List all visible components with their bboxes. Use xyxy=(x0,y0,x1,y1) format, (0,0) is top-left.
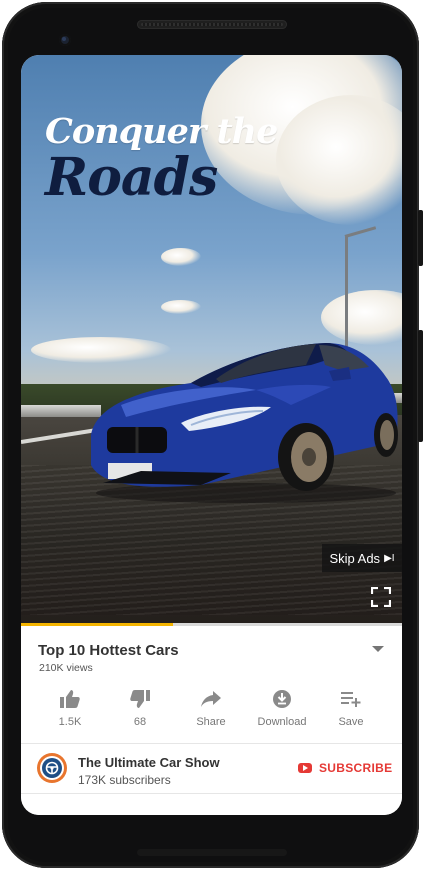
front-camera xyxy=(59,34,71,46)
speaker-grille xyxy=(137,20,287,29)
screen: Conquer the Roads Skip Ads ▶I Top 10 Hot… xyxy=(21,55,402,815)
ad-headline-line1: Conquer the xyxy=(45,111,278,152)
cloud xyxy=(161,248,201,266)
steering-wheel-icon xyxy=(42,758,62,778)
download-label: Download xyxy=(257,716,307,728)
skip-ads-button[interactable]: Skip Ads ▶I xyxy=(322,544,402,572)
power-button xyxy=(418,210,423,266)
channel-name[interactable]: The Ultimate Car Show xyxy=(78,755,220,770)
volume-button xyxy=(418,330,423,442)
ad-headline-line2: Roads xyxy=(45,147,218,208)
download-icon xyxy=(273,690,291,708)
cloud xyxy=(161,300,201,314)
thumbs-down-icon xyxy=(130,690,150,708)
youtube-icon xyxy=(298,763,312,773)
dislike-button[interactable]: 68 xyxy=(105,688,175,728)
like-count: 1.5K xyxy=(58,716,82,728)
video-player[interactable]: Conquer the Roads Skip Ads ▶I xyxy=(21,55,402,624)
thumbs-up-icon xyxy=(60,690,80,708)
action-bar: 1.5K 68 Share Download Save xyxy=(21,688,402,742)
divider xyxy=(21,793,402,794)
share-button[interactable]: Share xyxy=(176,688,246,728)
channel-avatar[interactable] xyxy=(37,753,67,783)
skip-next-icon: ▶I xyxy=(384,552,395,564)
share-label: Share xyxy=(196,716,226,728)
subscriber-count: 173K subscribers xyxy=(78,773,171,787)
video-info-panel: Top 10 Hottest Cars 210K views 1.5K 68 S… xyxy=(21,626,402,815)
chevron-down-icon[interactable] xyxy=(371,644,385,654)
share-icon xyxy=(201,691,221,707)
fullscreen-icon[interactable] xyxy=(371,587,391,607)
save-label: Save xyxy=(338,716,364,728)
skip-ads-label: Skip Ads xyxy=(329,550,381,566)
video-title: Top 10 Hottest Cars xyxy=(38,642,179,659)
dislike-count: 68 xyxy=(133,716,147,728)
save-playlist-icon xyxy=(341,692,361,707)
view-count: 210K views xyxy=(39,662,93,674)
phone-frame: Conquer the Roads Skip Ads ▶I Top 10 Hot… xyxy=(2,2,423,868)
like-button[interactable]: 1.5K xyxy=(35,688,105,728)
blue-sports-car xyxy=(91,343,398,503)
divider xyxy=(21,743,402,744)
subscribe-label: SUBSCRIBE xyxy=(319,761,393,775)
bottom-speaker xyxy=(137,849,287,856)
save-button[interactable]: Save xyxy=(316,688,386,728)
subscribe-button[interactable]: SUBSCRIBE xyxy=(298,761,392,775)
channel-row: The Ultimate Car Show 173K subscribers S… xyxy=(21,746,402,794)
download-button[interactable]: Download xyxy=(247,688,317,728)
